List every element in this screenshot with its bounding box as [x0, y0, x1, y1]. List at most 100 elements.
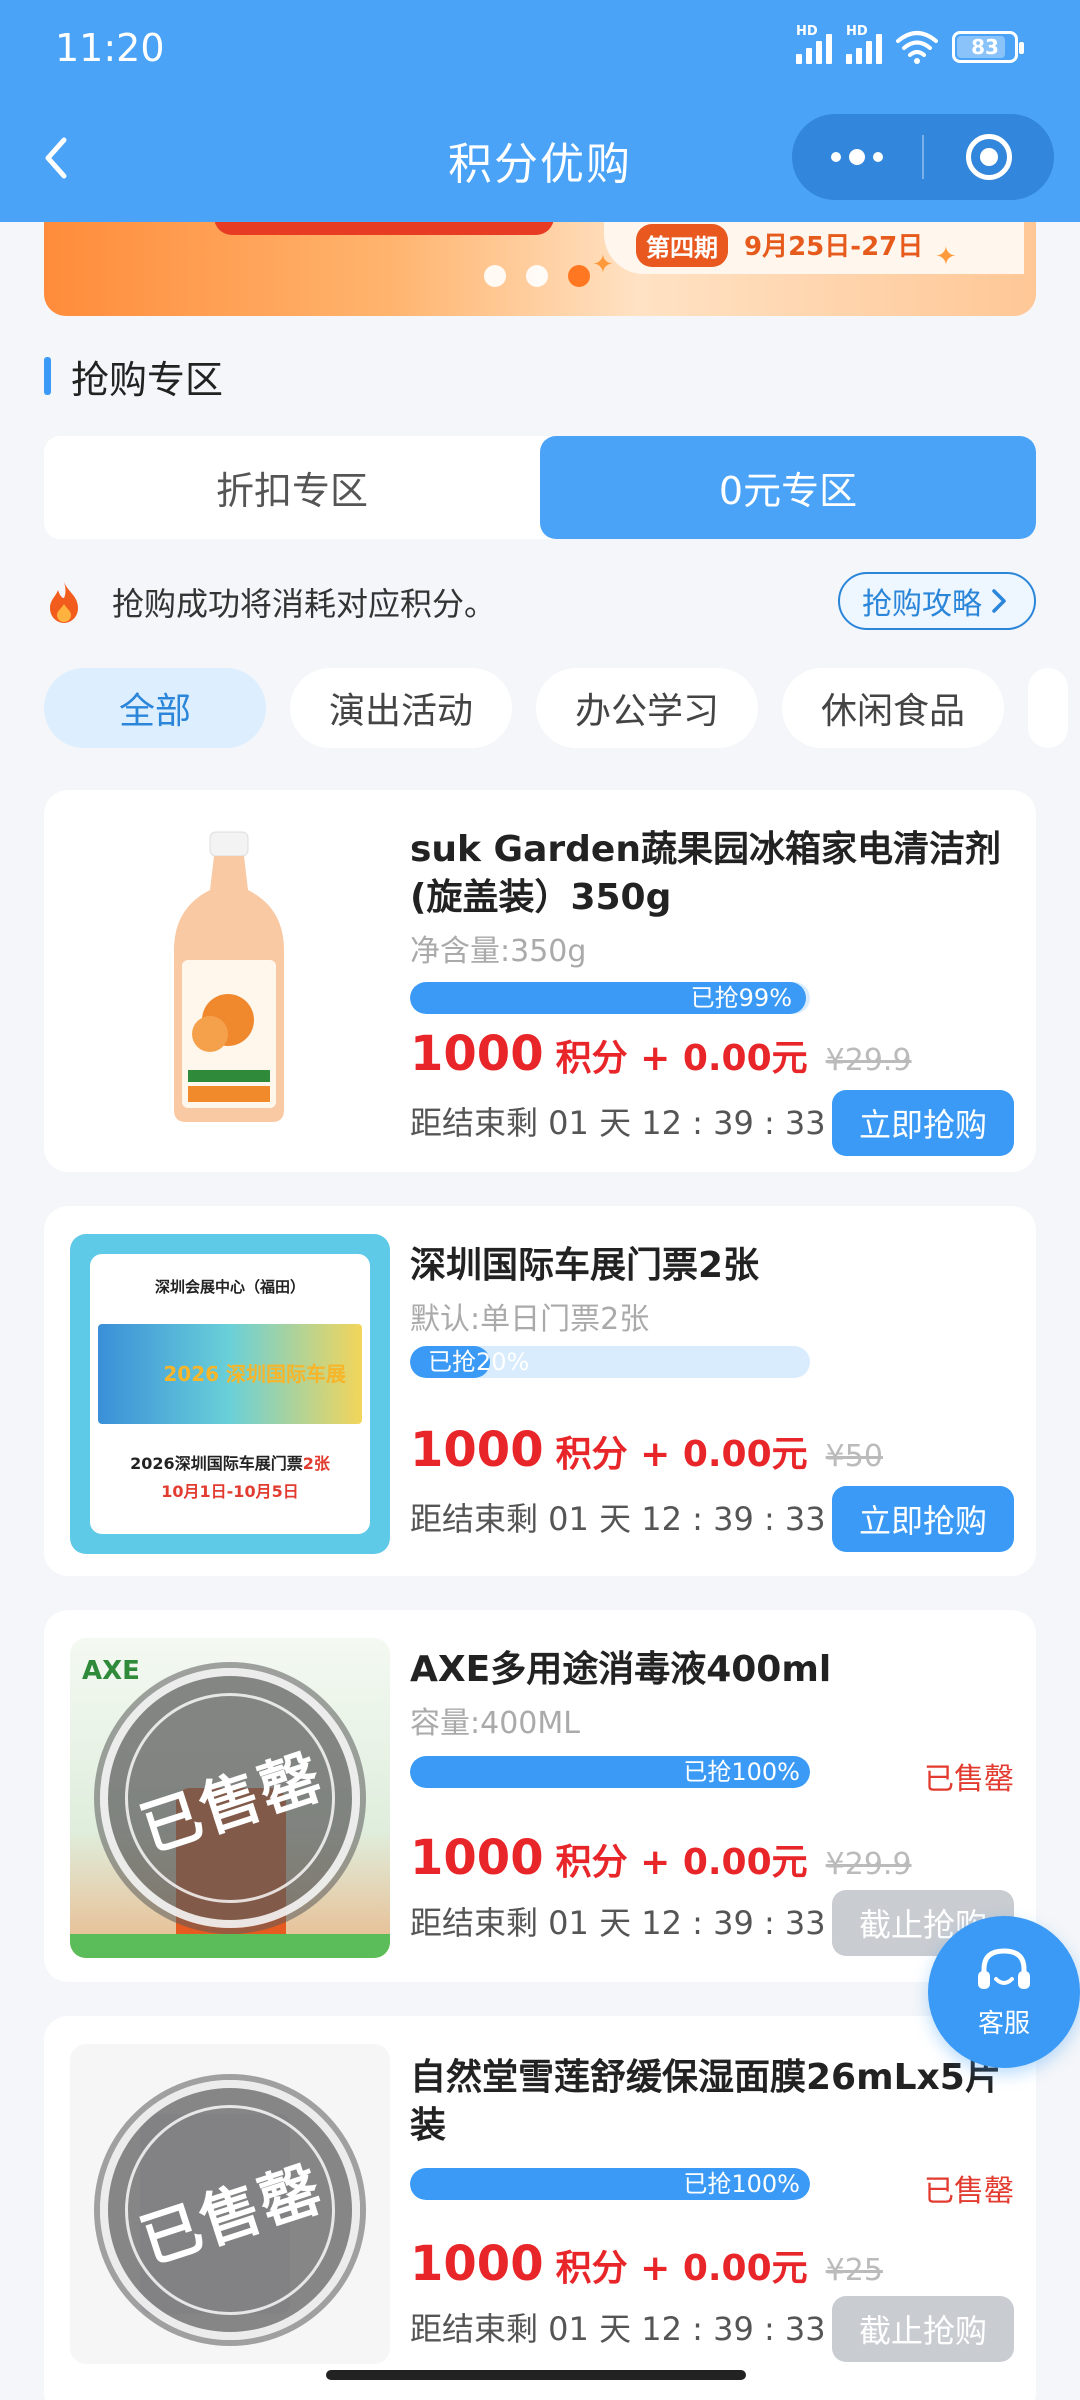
notice-bar: 抢购成功将消耗对应积分。 抢购攻略 [44, 572, 1036, 632]
product-spec: 默认:单日门票2张 [410, 1302, 650, 1337]
product-info: suk Garden蔬果园冰箱家电清洁剂(旋盖装）350g 净含量:350g [410, 826, 1014, 970]
price: 1000 积分 + 0.00元 ¥25 [410, 2236, 1014, 2292]
more-button[interactable] [792, 114, 922, 200]
progress-bar: 已抢100% [410, 2168, 810, 2200]
customer-service-button[interactable]: 客服 [928, 1916, 1080, 2068]
progress-bar: 已抢99% [410, 982, 810, 1014]
status-time: 11:20 [55, 26, 165, 70]
cleaner-bottle-image [174, 831, 284, 1122]
guide-label: 抢购攻略 [862, 587, 982, 622]
product-price-row: 1000 积分 + 0.00元 ¥29.9 [410, 1830, 1014, 1886]
sparkle-icon: ✦ [592, 250, 614, 280]
sold-out-stamp: 已售罄 [97, 1665, 363, 1931]
product-progress-row: 已抢100% 已售罄 [410, 2168, 1014, 2209]
product-spec: 净含量:350g [410, 934, 587, 969]
buy-now-button[interactable]: 立即抢购 [832, 1090, 1014, 1156]
signal-hd-label: HD [846, 24, 868, 39]
signal-icon: HD [796, 24, 832, 64]
sold-out-label: 已售罄 [924, 1762, 1014, 1797]
ticket-title: 2026深圳国际车展门票2张 [90, 1450, 370, 1474]
close-miniprogram-button[interactable] [924, 114, 1054, 200]
points-value: 1000 [410, 1026, 544, 1082]
product-progress-row: 已抢20% [410, 1346, 1014, 1378]
status-bar: 11:20 HD HD 83 [0, 0, 1080, 100]
tab-zero-yuan-zone[interactable]: 0元专区 [540, 436, 1036, 539]
product-name: suk Garden蔬果园冰箱家电清洁剂(旋盖装）350g [410, 829, 1001, 918]
headset-icon [978, 1947, 1030, 1989]
product-price-row: 1000 积分 + 0.00元 ¥25 [410, 2236, 1014, 2292]
poster-text: 2026 深圳国际车展 [163, 1362, 346, 1386]
points-value: 1000 [410, 1830, 544, 1886]
ticket-card: 深圳会展中心（福田） 2026 深圳国际车展 2026深圳国际车展门票2张 10… [90, 1254, 370, 1534]
buy-now-button[interactable]: 立即抢购 [832, 1486, 1014, 1552]
product-countdown-row: 距结束剩 01 天 12 : 39 : 33 截止抢购 [410, 1890, 1014, 1960]
category-office[interactable]: 办公学习 [536, 668, 758, 748]
category-all[interactable]: 全部 [44, 668, 266, 748]
wifi-icon [896, 31, 938, 64]
ticket-title-count: 2张 [302, 1454, 330, 1473]
fire-icon [50, 582, 78, 623]
product-spec: 容量:400ML [410, 1706, 580, 1741]
product-countdown-row: 距结束剩 01 天 12 : 39 : 33 立即抢购 [410, 1486, 1014, 1556]
product-card[interactable]: AXE 已售罄 AXE多用途消毒液400ml 容量:400ML 已抢100% 已… [44, 1610, 1036, 1982]
section-accent-bar [44, 357, 51, 395]
price: 1000 积分 + 0.00元 ¥29.9 [410, 1830, 1014, 1886]
product-image [70, 820, 390, 1140]
product-image: 深圳会展中心（福田） 2026 深圳国际车展 2026深圳国际车展门票2张 10… [70, 1234, 390, 1554]
product-card[interactable]: 深圳会展中心（福田） 2026 深圳国际车展 2026深圳国际车展门票2张 10… [44, 1206, 1036, 1576]
section-header: 抢购专区 [44, 356, 223, 402]
product-countdown-row: 距结束剩 01 天 12 : 39 : 33 立即抢购 [410, 1090, 1014, 1160]
target-icon [966, 134, 1012, 180]
progress-label: 已抢20% [428, 1348, 530, 1376]
ticket-title-main: 2026深圳国际车展门票 [130, 1454, 303, 1473]
carousel-dots [484, 265, 590, 287]
signal-icon: HD [846, 24, 882, 64]
points-value: 1000 [410, 1422, 544, 1478]
issue-date: 9月25日-27日 [744, 232, 924, 262]
carousel-dot [526, 265, 548, 287]
product-name: 深圳国际车展门票2张 [410, 1245, 760, 1286]
tab-discount-zone[interactable]: 折扣专区 [44, 436, 540, 539]
notice-text: 抢购成功将消耗对应积分。 [112, 585, 497, 623]
product-card[interactable]: 已售罄 自然堂雪莲舒缓保湿面膜26mLx5片装 已抢100% 已售罄 1000 … [44, 2016, 1036, 2400]
progress-bar: 已抢20% [410, 1346, 810, 1378]
brand-logo: AXE [82, 1656, 140, 1686]
section-title: 抢购专区 [71, 357, 224, 402]
product-progress-row: 已抢99% [410, 982, 1014, 1014]
category-shows[interactable]: 演出活动 [290, 668, 512, 748]
category-more[interactable] [1028, 668, 1068, 748]
product-card[interactable]: suk Garden蔬果园冰箱家电清洁剂(旋盖装）350g 净含量:350g 已… [44, 790, 1036, 1172]
sold-out-stamp: 已售罄 [97, 2077, 363, 2343]
ticket-venue: 深圳会展中心（福田） [154, 1278, 305, 1296]
progress-label: 已抢99% [690, 984, 792, 1012]
progress-label: 已抢100% [683, 2170, 800, 2198]
product-countdown-row: 距结束剩 01 天 12 : 39 : 33 截止抢购 [410, 2296, 1014, 2366]
original-price: ¥29.9 [825, 1043, 912, 1078]
battery-icon: 83 [952, 31, 1024, 63]
product-info: 自然堂雪莲舒缓保湿面膜26mLx5片装 [410, 2054, 1014, 2150]
points-plus-cash: 积分 + 0.00元 [555, 2248, 808, 2289]
price: 1000 积分 + 0.00元 ¥29.9 [410, 1026, 1014, 1082]
points-value: 1000 [410, 2236, 544, 2292]
points-plus-cash: 积分 + 0.00元 [555, 1434, 808, 1475]
purchase-guide-button[interactable]: 抢购攻略 [838, 572, 1036, 630]
sold-out-label: 已售罄 [924, 2174, 1014, 2209]
carousel-dot [484, 265, 506, 287]
original-price: ¥25 [825, 2253, 883, 2288]
progress-bar: 已抢100% [410, 1756, 810, 1788]
signal-hd-label: HD [796, 24, 818, 39]
category-chips: 全部 演出活动 办公学习 休闲食品 [44, 668, 1080, 748]
grass-strip [70, 1934, 390, 1958]
status-icons: HD HD 83 [796, 24, 1024, 64]
progress-label: 已抢100% [683, 1758, 800, 1786]
original-price: ¥50 [825, 1439, 883, 1474]
category-snacks[interactable]: 休闲食品 [782, 668, 1004, 748]
points-plus-cash: 积分 + 0.00元 [555, 1038, 808, 1079]
ticket-dates: 10月1日-10月5日 [161, 1482, 299, 1501]
points-plus-cash: 积分 + 0.00元 [555, 1842, 808, 1883]
ended-button[interactable]: 截止抢购 [832, 2296, 1014, 2362]
issue-badge: 第四期 [636, 224, 728, 267]
product-name: 自然堂雪莲舒缓保湿面膜26mLx5片装 [410, 2057, 1001, 2146]
miniprogram-capsule [792, 114, 1054, 200]
home-indicator [326, 2370, 746, 2380]
